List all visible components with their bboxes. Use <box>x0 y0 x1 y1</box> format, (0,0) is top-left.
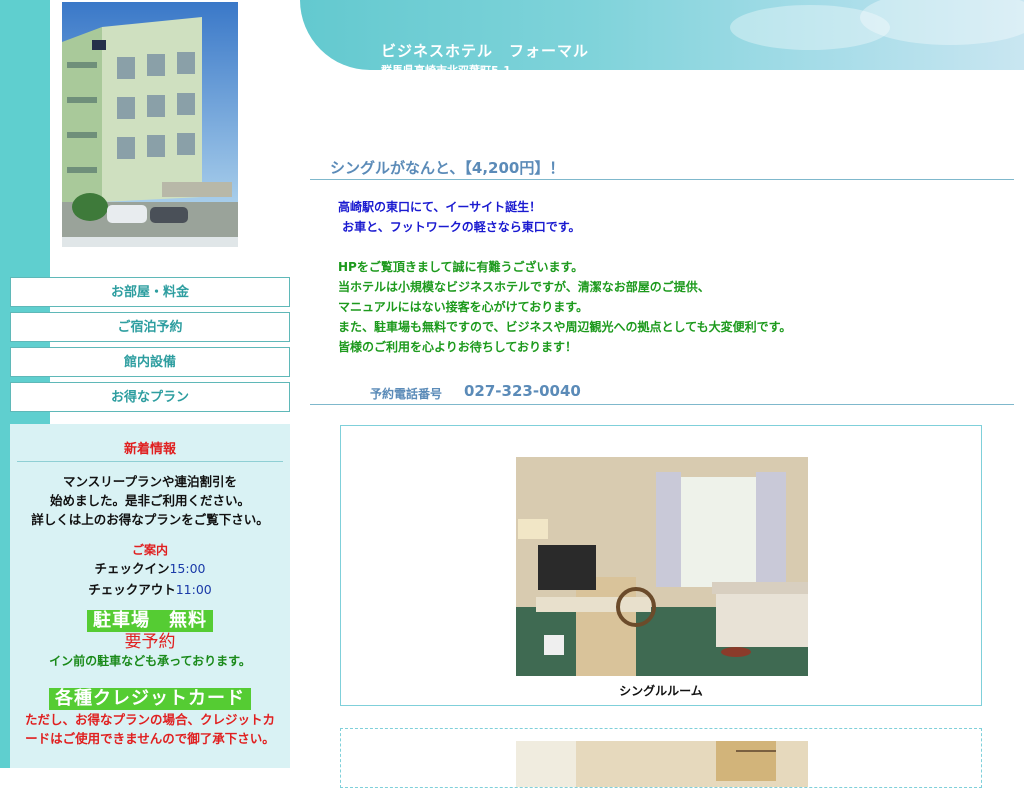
news-line: 詳しくは上のお得なプランをご覧下さい。 <box>31 512 269 527</box>
hotel-building-illustration <box>62 2 238 247</box>
reservation-required: 要予約 <box>124 632 176 652</box>
intro-green-line: HPをご覧頂きまして誠に有難うございます。 <box>338 260 584 274</box>
phone-number[interactable]: 027-323-0040 <box>464 382 581 400</box>
intro-blue-line: 高崎駅の東口にて、イーサイト誕生！ <box>338 200 542 214</box>
credit-note: ただし、お得なプランの場合、クレジットカードはご使用できませんので御了承下さい。 <box>24 712 275 746</box>
checkout-time: 11:00 <box>175 582 212 597</box>
intro-green-line: マニュアルにはない接客を心がけております。 <box>338 300 589 314</box>
room-caption: シングルルーム <box>619 684 703 698</box>
intro-green-line: また、駐車場も無料ですので、ビジネスや周辺観光への拠点としても大変便利です。 <box>338 320 792 334</box>
news-text: マンスリープランや連泊割引を 始めました。是非ご利用ください。 詳しくは上のお得… <box>10 472 290 529</box>
promo-headline: シングルがなんと、【4,200円】！ <box>330 159 565 177</box>
news-heading: 新着情報 <box>123 442 176 457</box>
parking-note: イン前の駐車なども承っております。 <box>49 654 251 668</box>
checkin-row: チェックイン15:00 <box>10 558 290 579</box>
credit-badge-wrap: 各種クレジットカード <box>10 688 290 710</box>
checkout-row: チェックアウト11:00 <box>10 579 290 600</box>
parking-badge-wrap: 駐車場 無料 <box>10 610 290 632</box>
hotel-name: ビジネスホテル フォーマル <box>381 42 590 60</box>
guide-title: ご案内 <box>131 543 168 557</box>
room-photo-frame: シングルルーム <box>340 425 982 706</box>
info-panel: 新着情報 マンスリープランや連泊割引を 始めました。是非ご利用ください。 詳しく… <box>10 424 290 768</box>
checkin-time: 15:00 <box>169 561 206 576</box>
intro-spacer <box>338 237 791 257</box>
intro-text: 高崎駅の東口にて、イーサイト誕生！ お車と、フットワークの軽さなら東口です。 H… <box>338 197 791 357</box>
nav-facilities[interactable]: 館内設備 <box>10 347 290 377</box>
second-photo-frame <box>340 728 982 788</box>
main-navigation: お部屋・料金 ご宿泊予約 館内設備 お得なプラン <box>10 277 290 417</box>
intro-green-line: 皆様のご利用を心よりお待ちしております！ <box>338 340 578 354</box>
news-line: 始めました。是非ご利用ください。 <box>49 493 250 508</box>
credit-card-badge: 各種クレジットカード <box>49 688 251 710</box>
phone-label: 予約電話番号 <box>370 387 443 401</box>
news-line: マンスリープランや連泊割引を <box>62 474 237 489</box>
cloud-decoration <box>860 0 1024 45</box>
nav-special-plans[interactable]: お得なプラン <box>10 382 290 412</box>
nav-reservation[interactable]: ご宿泊予約 <box>10 312 290 342</box>
phone-divider <box>310 404 1014 405</box>
single-room-photo <box>516 457 808 676</box>
checkin-label: チェックイン <box>94 561 170 576</box>
headline-divider <box>310 179 1014 180</box>
news-divider <box>17 461 283 462</box>
intro-green-line: 当ホテルは小規模なビジネスホテルですが、清潔なお部屋のご提供、 <box>338 280 710 294</box>
hotel-address: 群馬県高崎市北双葉町5-1 <box>381 62 511 70</box>
second-room-photo <box>516 741 808 787</box>
checkout-label: チェックアウト <box>88 582 176 597</box>
parking-free-badge: 駐車場 無料 <box>87 610 213 632</box>
nav-rooms-rates[interactable]: お部屋・料金 <box>10 277 290 307</box>
site-header: ビジネスホテル フォーマル 群馬県高崎市北双葉町5-1 <box>300 0 1024 70</box>
hotel-building-photo <box>62 2 238 247</box>
intro-blue-line: お車と、フットワークの軽さなら東口です。 <box>338 220 581 234</box>
